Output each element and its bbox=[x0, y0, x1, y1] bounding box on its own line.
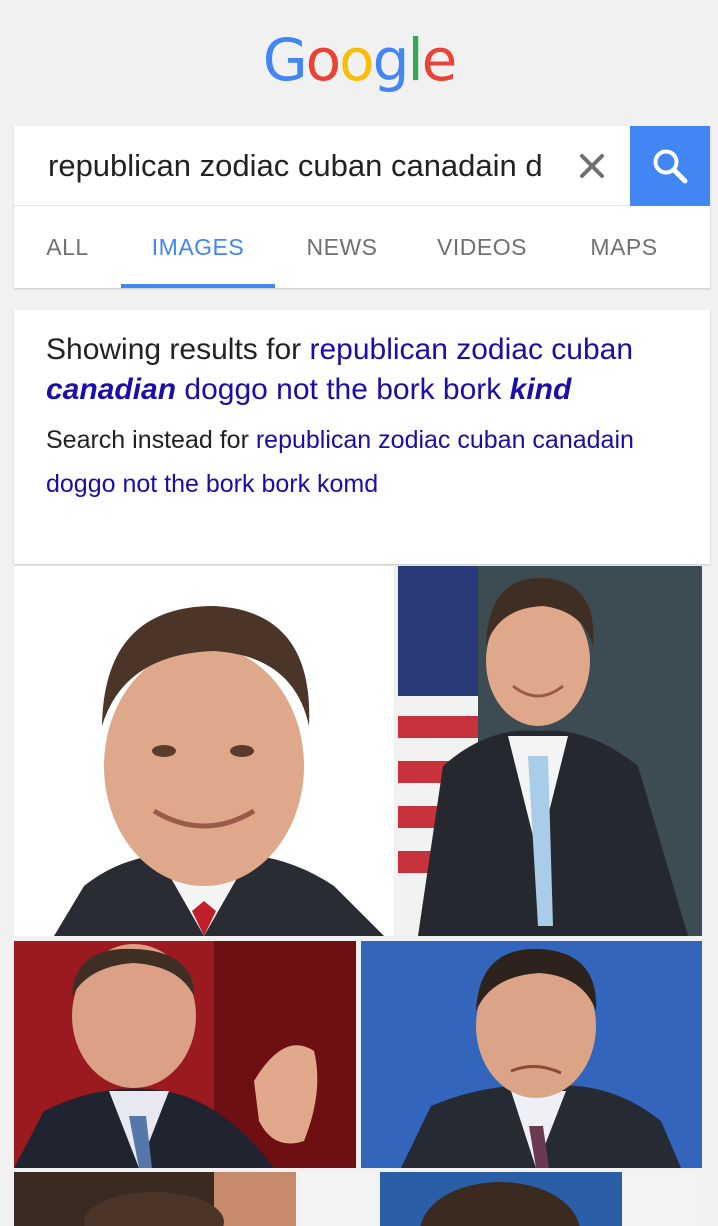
spelling-correction-card: Showing results for republican zodiac cu… bbox=[14, 310, 710, 564]
image-result[interactable] bbox=[300, 1172, 702, 1226]
tab-news[interactable]: NEWS bbox=[275, 206, 409, 288]
corrected-word: kind bbox=[509, 373, 572, 406]
search-tabs: ALL IMAGES NEWS VIDEOS MAPS bbox=[14, 206, 710, 288]
search-card: republican zodiac cuban canadain d ALL I… bbox=[14, 126, 710, 288]
image-result[interactable] bbox=[14, 1172, 296, 1226]
search-button[interactable] bbox=[630, 126, 710, 206]
google-logo[interactable]: Google bbox=[0, 26, 718, 94]
tab-videos[interactable]: VIDEOS bbox=[409, 206, 555, 288]
corrected-text: doggo not the bork bork bbox=[184, 373, 502, 406]
corrected-text: republican zodiac cuban bbox=[309, 333, 634, 366]
image-result[interactable] bbox=[14, 566, 394, 936]
image-result[interactable] bbox=[361, 941, 702, 1168]
search-instead-line: Search instead for republican zodiac cub… bbox=[46, 418, 678, 506]
tab-maps[interactable]: MAPS bbox=[555, 206, 693, 288]
showing-results-line: Showing results for republican zodiac cu… bbox=[46, 330, 678, 410]
search-instead-label: Search instead for bbox=[46, 426, 249, 454]
image-result[interactable] bbox=[14, 941, 356, 1168]
clear-search-button[interactable] bbox=[570, 142, 614, 190]
corrected-word: canadian bbox=[46, 373, 177, 406]
logo-letter: g bbox=[372, 26, 410, 94]
search-input[interactable]: republican zodiac cuban canadain d bbox=[48, 144, 568, 188]
search-icon bbox=[653, 149, 688, 184]
tab-images[interactable]: IMAGES bbox=[121, 206, 275, 288]
image-result[interactable] bbox=[398, 566, 702, 936]
close-icon bbox=[580, 154, 604, 178]
tab-all[interactable]: ALL bbox=[14, 206, 121, 288]
showing-results-label: Showing results for bbox=[46, 333, 302, 366]
logo-letter: o bbox=[339, 26, 374, 94]
logo-letter: G bbox=[262, 26, 308, 94]
logo-letter: l bbox=[407, 26, 423, 94]
logo-letter: e bbox=[421, 26, 458, 94]
search-bar: republican zodiac cuban canadain d bbox=[14, 126, 710, 206]
logo-letter: o bbox=[305, 26, 341, 94]
